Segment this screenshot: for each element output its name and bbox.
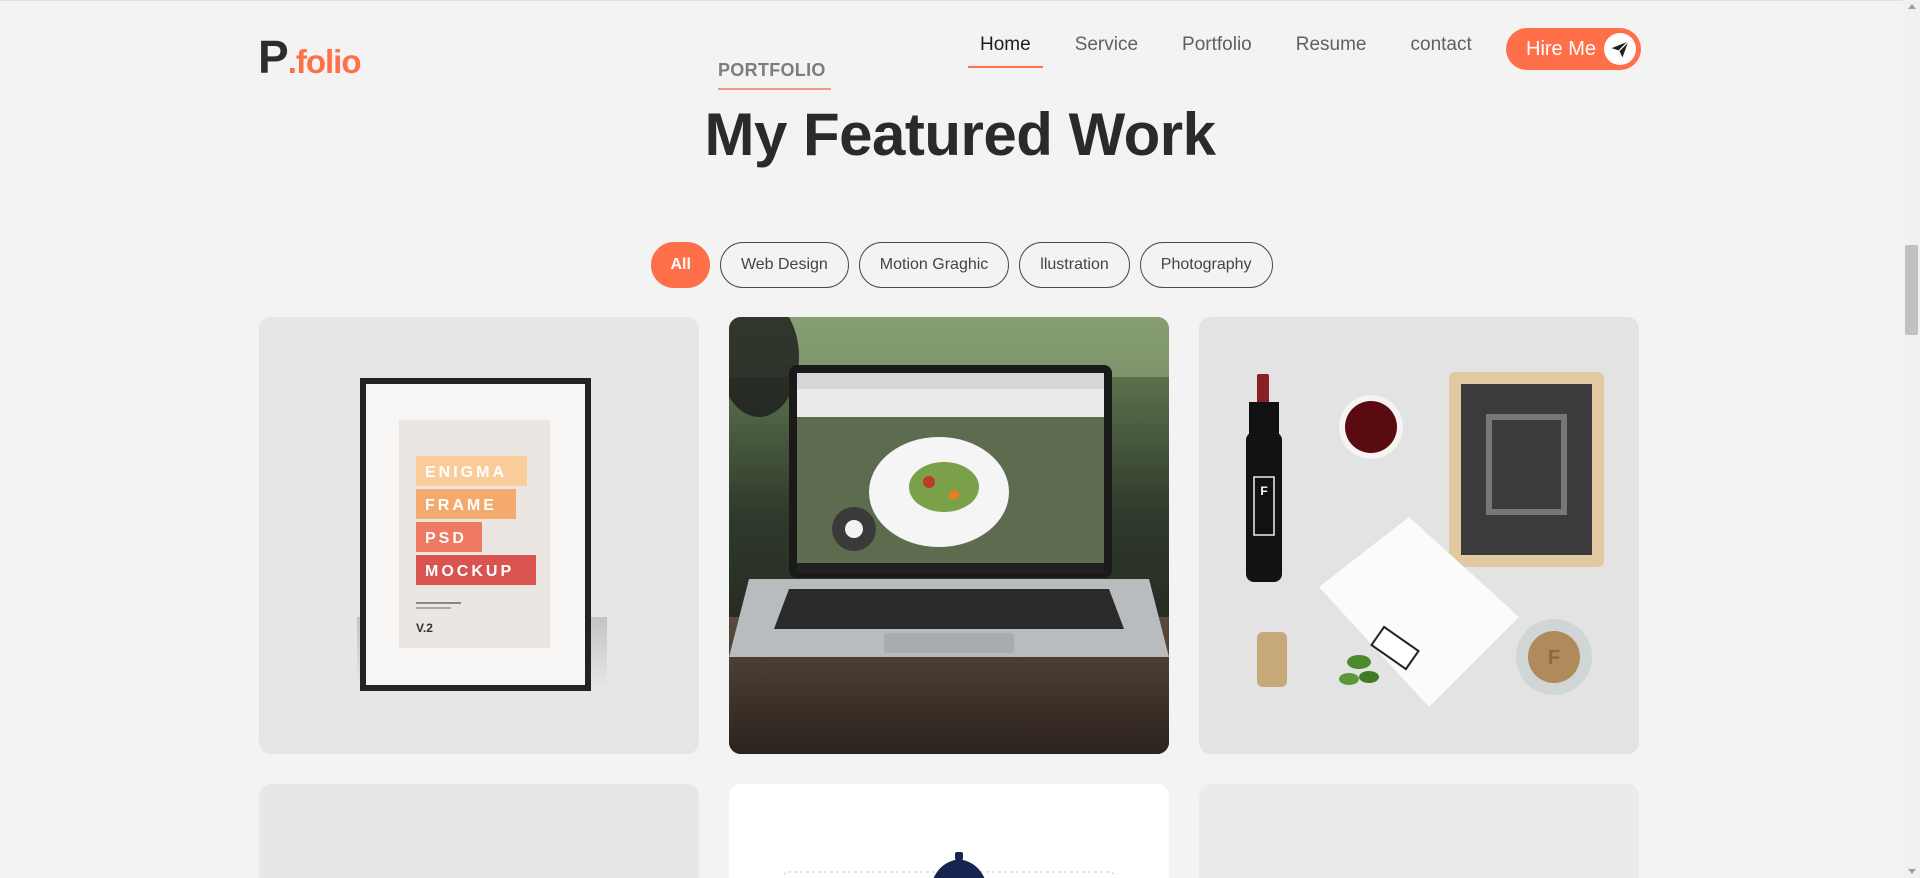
main-nav: Home Service Portfolio Resume contact bbox=[968, 34, 1514, 74]
scroll-down-arrow-icon[interactable] bbox=[1908, 869, 1916, 874]
scroll-thumb[interactable] bbox=[1905, 245, 1918, 335]
eyebrow-underline bbox=[718, 88, 831, 90]
poster-line-3: PSD bbox=[425, 530, 467, 547]
section-eyebrow: PORTFOLIO bbox=[718, 60, 826, 80]
nav-resume[interactable]: Resume bbox=[1294, 34, 1369, 70]
filter-motion-graphic[interactable]: Motion Graghic bbox=[858, 242, 1010, 288]
branding-image: F F bbox=[1199, 317, 1639, 754]
hire-me-label: Hire Me bbox=[1526, 37, 1597, 60]
nav-service[interactable]: Service bbox=[1073, 34, 1140, 70]
top-border bbox=[0, 0, 1920, 1]
logo[interactable]: P.folio bbox=[258, 30, 361, 84]
hire-me-button[interactable]: Hire Me bbox=[1506, 28, 1641, 70]
poster-line-1: ENIGMA bbox=[425, 464, 507, 481]
poster-line-4: MOCKUP bbox=[425, 563, 514, 580]
scroll-up-arrow-icon[interactable] bbox=[1908, 4, 1916, 9]
logo-wordmark: .folio bbox=[287, 43, 362, 80]
filter-all[interactable]: All bbox=[651, 242, 710, 288]
portfolio-card-branding[interactable]: F F bbox=[1199, 317, 1639, 754]
svg-text:F: F bbox=[1548, 647, 1560, 669]
filter-web-design[interactable]: Web Design bbox=[719, 242, 849, 288]
section-title: My Featured Work bbox=[704, 101, 1217, 168]
frame-mockup-image: ENIGMA FRAME PSD MOCKUP V.2 bbox=[357, 378, 607, 691]
filter-photography[interactable]: Photography bbox=[1139, 242, 1273, 288]
bottle-monogram: F bbox=[1260, 484, 1267, 498]
paper-plane-icon bbox=[1604, 33, 1636, 65]
portfolio-card-6[interactable] bbox=[1199, 784, 1639, 878]
poster-line-2: FRAME bbox=[425, 497, 497, 514]
nav-contact[interactable]: contact bbox=[1409, 34, 1474, 70]
logo-letter: P bbox=[258, 31, 289, 83]
portfolio-card-4[interactable] bbox=[259, 784, 699, 878]
nav-home[interactable]: Home bbox=[968, 34, 1043, 70]
nav-portfolio[interactable]: Portfolio bbox=[1180, 34, 1254, 70]
filter-illustration[interactable]: llustration bbox=[1019, 242, 1130, 288]
laptop-image bbox=[729, 317, 1169, 754]
portfolio-card-5[interactable] bbox=[729, 784, 1169, 878]
page-scrollbar[interactable] bbox=[1903, 0, 1920, 878]
portfolio-card-laptop[interactable] bbox=[729, 317, 1169, 754]
portfolio-card-frame-mockup[interactable]: ENIGMA FRAME PSD MOCKUP V.2 bbox=[259, 317, 699, 754]
portfolio-filters: All Web Design Motion Graghic llustratio… bbox=[0, 242, 1920, 288]
card-5-image bbox=[783, 852, 1115, 878]
poster-version: V.2 bbox=[416, 621, 433, 635]
